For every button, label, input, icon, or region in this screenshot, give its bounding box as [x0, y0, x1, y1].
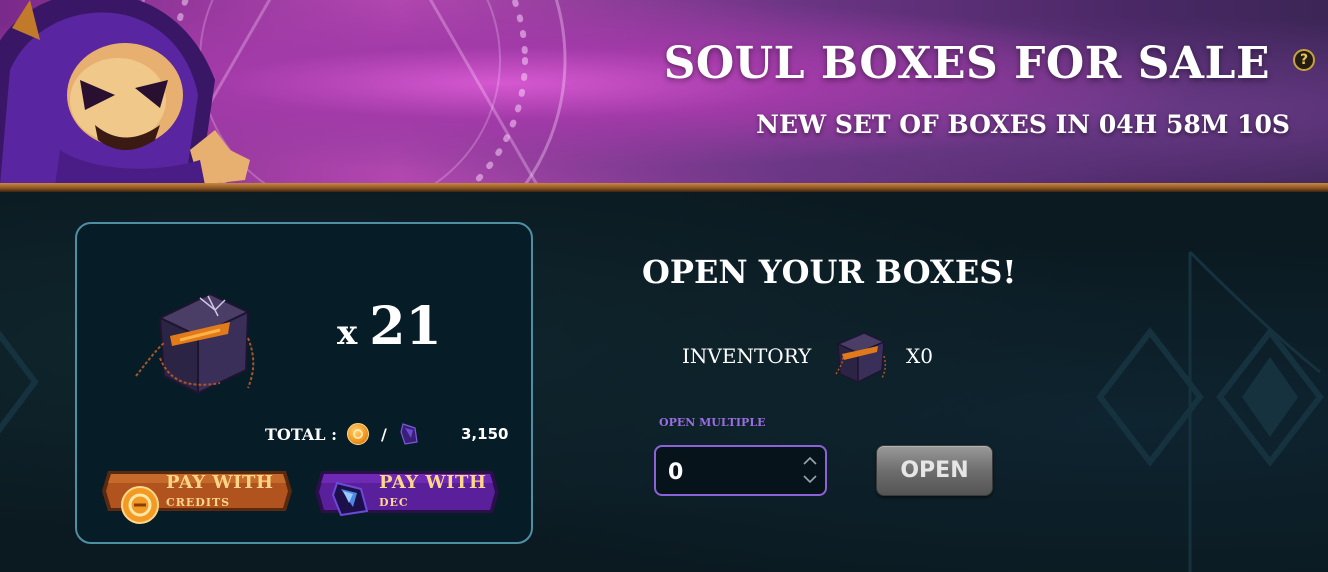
page-title: SOUL BOXES FOR SALE — [663, 38, 1270, 89]
soul-box-icon — [135, 292, 255, 395]
diamond-decoration-left — [0, 330, 39, 434]
open-multiple-field — [654, 445, 827, 496]
open-multiple-input[interactable] — [666, 453, 790, 491]
inventory-box-icon — [835, 332, 887, 384]
box-quantity: x 21 — [337, 296, 442, 357]
open-button[interactable]: OPEN — [876, 445, 993, 496]
dec-gem-icon — [400, 423, 418, 445]
total-price: 3,150 — [461, 425, 509, 443]
quantity-prefix: x — [337, 313, 358, 353]
banner-divider — [0, 183, 1328, 192]
total-label: TOTAL : — [265, 424, 338, 444]
header-banner: SOUL BOXES FOR SALE NEW SET OF BOXES IN … — [0, 0, 1328, 185]
pay-credits-label: PAY WITH — [166, 472, 274, 493]
dec-gem-icon — [331, 481, 369, 517]
credits-coin-icon — [347, 423, 370, 445]
chevron-up-icon[interactable] — [802, 455, 818, 467]
refresh-countdown: NEW SET OF BOXES IN 04H 58M 10S — [756, 110, 1290, 139]
quantity-value: 21 — [369, 296, 442, 357]
open-multiple-label: OPEN MULTIPLE — [659, 416, 766, 429]
total-row: TOTAL : / — [265, 422, 419, 446]
total-separator: / — [381, 424, 387, 444]
pay-dec-label: PAY WITH — [379, 472, 487, 493]
reaper-skeleton-icon — [0, 0, 250, 185]
inventory-label: INVENTORY — [682, 344, 812, 368]
pay-dec-sublabel: DEC — [379, 496, 409, 509]
inventory-count: X0 — [906, 344, 933, 368]
pay-with-dec-button[interactable]: PAY WITH DEC — [315, 467, 499, 517]
diamond-decoration-right — [1096, 250, 1324, 572]
open-boxes-heading: OPEN YOUR BOXES! — [642, 253, 1017, 291]
chevron-down-icon[interactable] — [802, 473, 818, 485]
question-mark-icon[interactable]: ? — [1293, 49, 1315, 71]
pay-with-credits-button[interactable]: PAY WITH CREDITS — [102, 467, 292, 524]
credits-coin-icon — [121, 486, 159, 524]
pay-credits-sublabel: CREDITS — [166, 496, 231, 509]
